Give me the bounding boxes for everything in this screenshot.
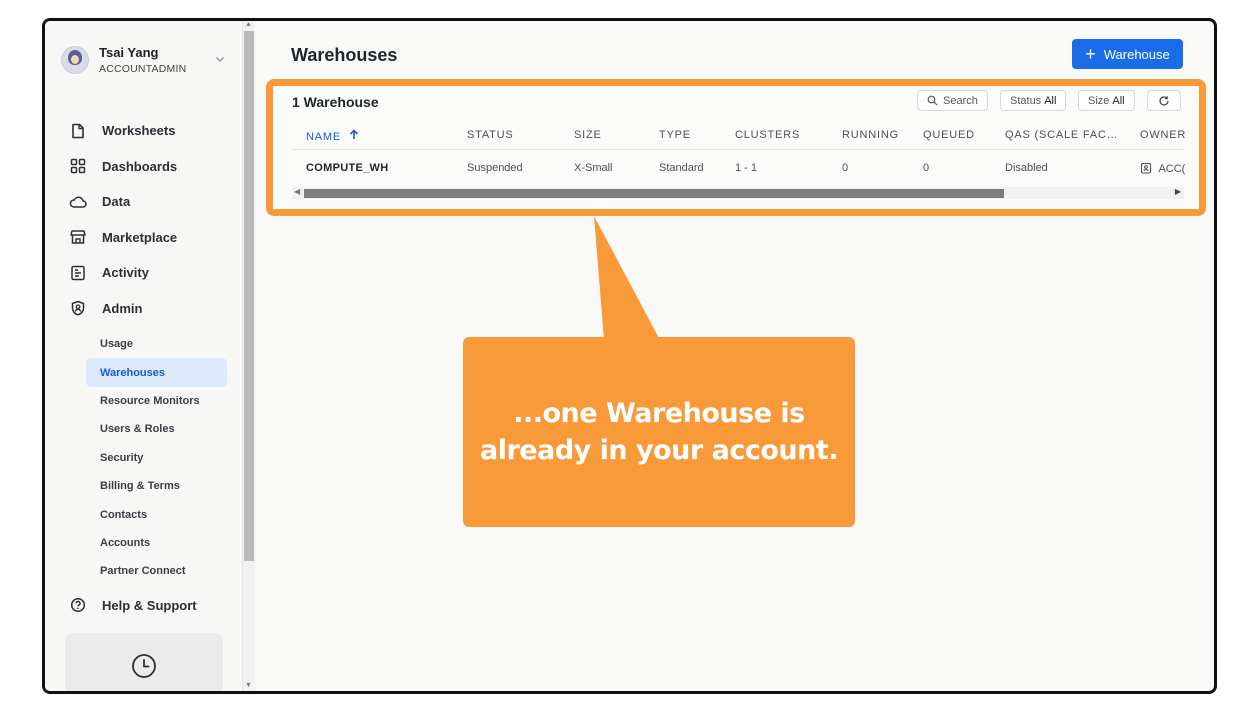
- nav-item-worksheets[interactable]: Worksheets: [45, 113, 243, 149]
- subnav-item-partner-connect[interactable]: Partner Connect: [45, 557, 243, 585]
- admin-subnav: Usage Warehouses Resource Monitors Users…: [45, 330, 243, 586]
- cell-status: Suspended: [467, 162, 523, 174]
- column-header-status[interactable]: STATUS: [467, 129, 514, 141]
- nav-item-marketplace[interactable]: Marketplace: [45, 220, 243, 256]
- scrollbar-thumb[interactable]: [304, 189, 1004, 198]
- column-header-owner[interactable]: OWNER: [1140, 129, 1186, 141]
- store-icon: [69, 228, 87, 246]
- nav-label: Marketplace: [102, 229, 178, 245]
- chevron-down-icon[interactable]: [214, 53, 226, 68]
- nav-item-activity[interactable]: Activity: [45, 255, 243, 291]
- search-button[interactable]: Search: [917, 90, 988, 111]
- column-header-queued[interactable]: QUEUED: [923, 129, 975, 141]
- column-header-type[interactable]: TYPE: [659, 129, 691, 141]
- nav-item-admin[interactable]: Admin: [45, 291, 243, 327]
- status-filter-label: Status: [1010, 94, 1042, 107]
- scroll-up-icon[interactable]: ▲: [245, 21, 252, 28]
- warehouse-count: 1 Warehouse: [292, 94, 379, 110]
- nav-label: Activity: [102, 265, 149, 281]
- subnav-item-resource-monitors[interactable]: Resource Monitors: [45, 387, 243, 415]
- refresh-button[interactable]: [1147, 90, 1181, 111]
- subnav-item-users-roles[interactable]: Users & Roles: [45, 415, 243, 443]
- user-menu[interactable]: Tsai Yang ACCOUNTADMIN: [61, 45, 226, 75]
- scroll-down-icon[interactable]: ▼: [245, 682, 252, 689]
- cell-clusters: 1 - 1: [735, 162, 758, 174]
- cell-owner-label: ACC(: [1158, 163, 1186, 175]
- shield-user-icon: [69, 299, 87, 317]
- column-header-label: NAME: [306, 131, 341, 143]
- status-filter[interactable]: Status All: [1000, 90, 1067, 111]
- refresh-icon: [1158, 95, 1170, 107]
- sidebar-scrollbar[interactable]: ▲ ▼: [243, 21, 255, 691]
- app-frame: Tsai Yang ACCOUNTADMIN Worksheets Dashbo…: [42, 18, 1217, 694]
- search-label: Search: [943, 94, 978, 107]
- nav-label: Worksheets: [102, 123, 176, 139]
- cell-type: Standard: [659, 162, 704, 174]
- size-filter[interactable]: Size All: [1078, 90, 1135, 111]
- query-history-card[interactable]: [65, 633, 223, 691]
- warehouses-table-card: 1 Warehouse Search Status All Size All N…: [266, 79, 1206, 216]
- subnav-item-usage[interactable]: Usage: [45, 330, 243, 358]
- page-title: Warehouses: [291, 45, 398, 65]
- subnav-item-billing-terms[interactable]: Billing & Terms: [45, 472, 243, 500]
- subnav-item-security[interactable]: Security: [45, 444, 243, 472]
- main-nav: Worksheets Dashboards Data Marketplace A…: [45, 113, 243, 623]
- cell-running: 0: [842, 162, 849, 174]
- callout-line-2: already in your account.: [480, 435, 839, 466]
- sort-ascending-icon: [349, 129, 359, 143]
- question-circle-icon: [69, 596, 87, 614]
- dashboard-grid-icon: [69, 157, 87, 175]
- subnav-item-warehouses[interactable]: Warehouses: [86, 358, 227, 387]
- scrollbar-thumb[interactable]: [244, 31, 254, 561]
- cell-queued: 0: [923, 162, 930, 174]
- table-horizontal-scrollbar[interactable]: ◀ ▶: [292, 187, 1184, 199]
- nav-label: Dashboards: [102, 158, 178, 174]
- add-warehouse-button[interactable]: + Warehouse: [1072, 39, 1183, 69]
- status-filter-value: All: [1044, 94, 1057, 107]
- size-filter-value: All: [1112, 94, 1125, 107]
- user-role: ACCOUNTADMIN: [99, 63, 187, 75]
- column-header-running[interactable]: RUNNING: [842, 129, 899, 141]
- table-header: NAME STATUS SIZE TYPE CLUSTERS RUNNING Q…: [292, 120, 1186, 150]
- subnav-item-accounts[interactable]: Accounts: [45, 529, 243, 557]
- nav-label: Admin: [102, 300, 143, 316]
- column-header-qas[interactable]: QAS (SCALE FAC…: [1005, 129, 1118, 141]
- column-header-clusters[interactable]: CLUSTERS: [735, 129, 800, 141]
- cell-owner: ACC(: [1140, 162, 1185, 177]
- search-icon: [927, 95, 938, 106]
- column-header-size[interactable]: SIZE: [574, 129, 602, 141]
- nav-item-data[interactable]: Data: [45, 184, 243, 220]
- nav-item-dashboards[interactable]: Dashboards: [45, 149, 243, 185]
- cell-size: X-Small: [574, 162, 613, 174]
- scroll-left-icon[interactable]: ◀: [294, 187, 300, 196]
- subnav-item-contacts[interactable]: Contacts: [45, 500, 243, 528]
- callout-line-1: ...one Warehouse is: [513, 398, 805, 429]
- cloud-icon: [69, 193, 87, 211]
- column-header-name[interactable]: NAME: [306, 129, 359, 143]
- activity-list-icon: [69, 264, 87, 282]
- size-filter-label: Size: [1088, 94, 1110, 107]
- callout-pointer: [594, 216, 660, 340]
- role-badge-icon: [1140, 162, 1152, 177]
- user-name: Tsai Yang: [99, 45, 159, 60]
- annotation-callout: ...one Warehouse is already in your acco…: [463, 337, 855, 527]
- nav-label: Data: [102, 194, 131, 210]
- plus-icon: +: [1085, 43, 1096, 64]
- table-row[interactable]: COMPUTE_WH Suspended X-Small Standard 1 …: [292, 150, 1185, 186]
- scroll-right-icon[interactable]: ▶: [1175, 187, 1181, 196]
- sidebar: Tsai Yang ACCOUNTADMIN Worksheets Dashbo…: [45, 21, 243, 691]
- worksheet-icon: [69, 122, 87, 140]
- clock-icon: [131, 653, 157, 684]
- add-warehouse-label: Warehouse: [1103, 46, 1170, 62]
- nav-label: Help & Support: [102, 597, 197, 613]
- cell-qas: Disabled: [1005, 162, 1048, 174]
- cell-name[interactable]: COMPUTE_WH: [306, 162, 388, 174]
- avatar: [61, 46, 89, 74]
- nav-item-help-support[interactable]: Help & Support: [45, 588, 243, 624]
